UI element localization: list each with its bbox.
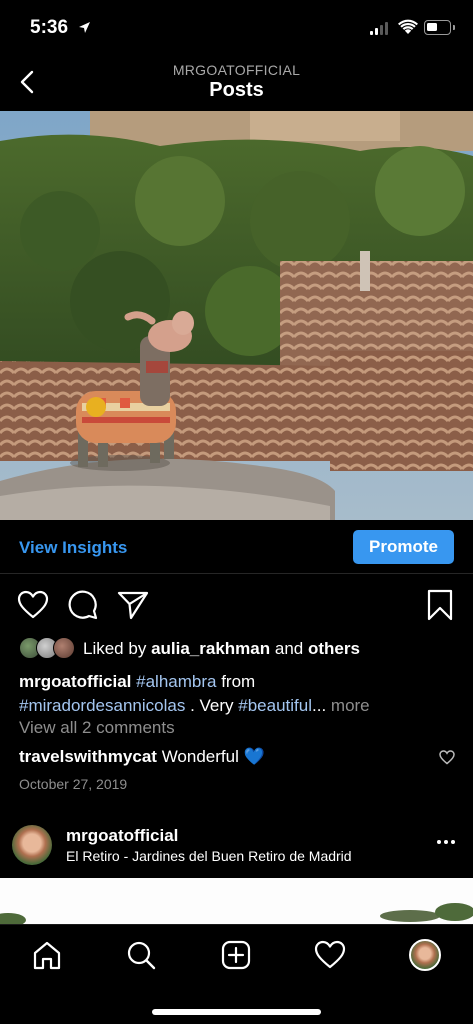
share-button[interactable] — [116, 586, 150, 624]
profile-avatar — [409, 939, 441, 971]
view-insights-link[interactable]: View Insights — [19, 538, 127, 558]
wifi-icon — [398, 19, 418, 34]
header: MRGOATOFFICIAL Posts — [0, 58, 473, 111]
blue-heart-emoji: 💙 — [243, 747, 265, 766]
likes-text: Liked by aulia_rakhman and others — [83, 639, 360, 658]
post-date: October 27, 2019 — [19, 776, 128, 792]
battery-icon — [424, 20, 451, 35]
heart-icon — [439, 750, 455, 765]
likes-summary[interactable]: Liked by aulia_rakhman and others — [19, 637, 360, 661]
hashtag[interactable]: #beautiful — [238, 696, 312, 715]
comment: travelswithmycat Wonderful 💙 — [19, 747, 265, 767]
tab-home[interactable] — [25, 933, 69, 977]
hashtag[interactable]: #miradordesannicolas — [19, 696, 185, 715]
liker-username[interactable]: aulia_rakhman — [151, 639, 270, 658]
post-caption: mrgoatofficial #alhambra from #miradorde… — [19, 672, 370, 715]
location-arrow-icon — [79, 22, 90, 33]
next-post-header: mrgoatofficial El Retiro - Jardines del … — [0, 818, 473, 878]
likes-others[interactable]: others — [308, 639, 360, 658]
home-indicator[interactable] — [152, 1009, 321, 1015]
activity-heart-icon — [314, 940, 346, 969]
signal-icon — [370, 22, 388, 35]
next-post-username[interactable]: mrgoatofficial — [66, 826, 178, 846]
hashtag[interactable]: #alhambra — [136, 672, 216, 691]
tab-search[interactable] — [119, 933, 163, 977]
caption-username[interactable]: mrgoatofficial — [19, 672, 131, 691]
view-all-comments-link[interactable]: View all 2 comments — [19, 718, 175, 738]
tab-profile[interactable] — [403, 933, 447, 977]
header-username: MRGOATOFFICIAL — [172, 62, 301, 78]
add-post-icon — [221, 940, 251, 970]
bookmark-icon — [427, 589, 453, 621]
liker-avatars — [19, 637, 77, 661]
insights-bar: View Insights Promote — [0, 520, 473, 574]
post-actions — [0, 586, 473, 626]
post-image[interactable] — [0, 111, 473, 520]
caption-more-link[interactable]: more — [331, 696, 370, 715]
avatar[interactable] — [12, 825, 52, 865]
page-title: Posts — [209, 79, 264, 101]
commenter-username[interactable]: travelswithmycat — [19, 747, 157, 766]
status-bar: 5:36 — [0, 0, 473, 58]
search-icon — [127, 941, 156, 970]
avatar — [53, 637, 75, 659]
promote-button[interactable]: Promote — [353, 530, 454, 564]
tab-activity[interactable] — [308, 933, 352, 977]
bottom-tab-bar — [0, 924, 473, 1024]
comment-icon — [68, 590, 98, 620]
home-icon — [33, 941, 61, 970]
comment-button[interactable] — [66, 586, 100, 624]
comment-text: Wonderful — [161, 747, 239, 766]
like-button[interactable] — [16, 586, 50, 624]
more-dots-icon[interactable] — [432, 832, 460, 852]
share-icon — [117, 591, 149, 620]
heart-icon — [17, 590, 49, 619]
comment-like-button[interactable] — [439, 750, 455, 770]
save-button[interactable] — [423, 586, 457, 624]
status-time: 5:36 — [30, 17, 69, 38]
tab-new-post[interactable] — [214, 933, 258, 977]
next-post-image[interactable] — [0, 878, 473, 924]
next-post-location[interactable]: El Retiro - Jardines del Buen Retiro de … — [66, 848, 352, 864]
